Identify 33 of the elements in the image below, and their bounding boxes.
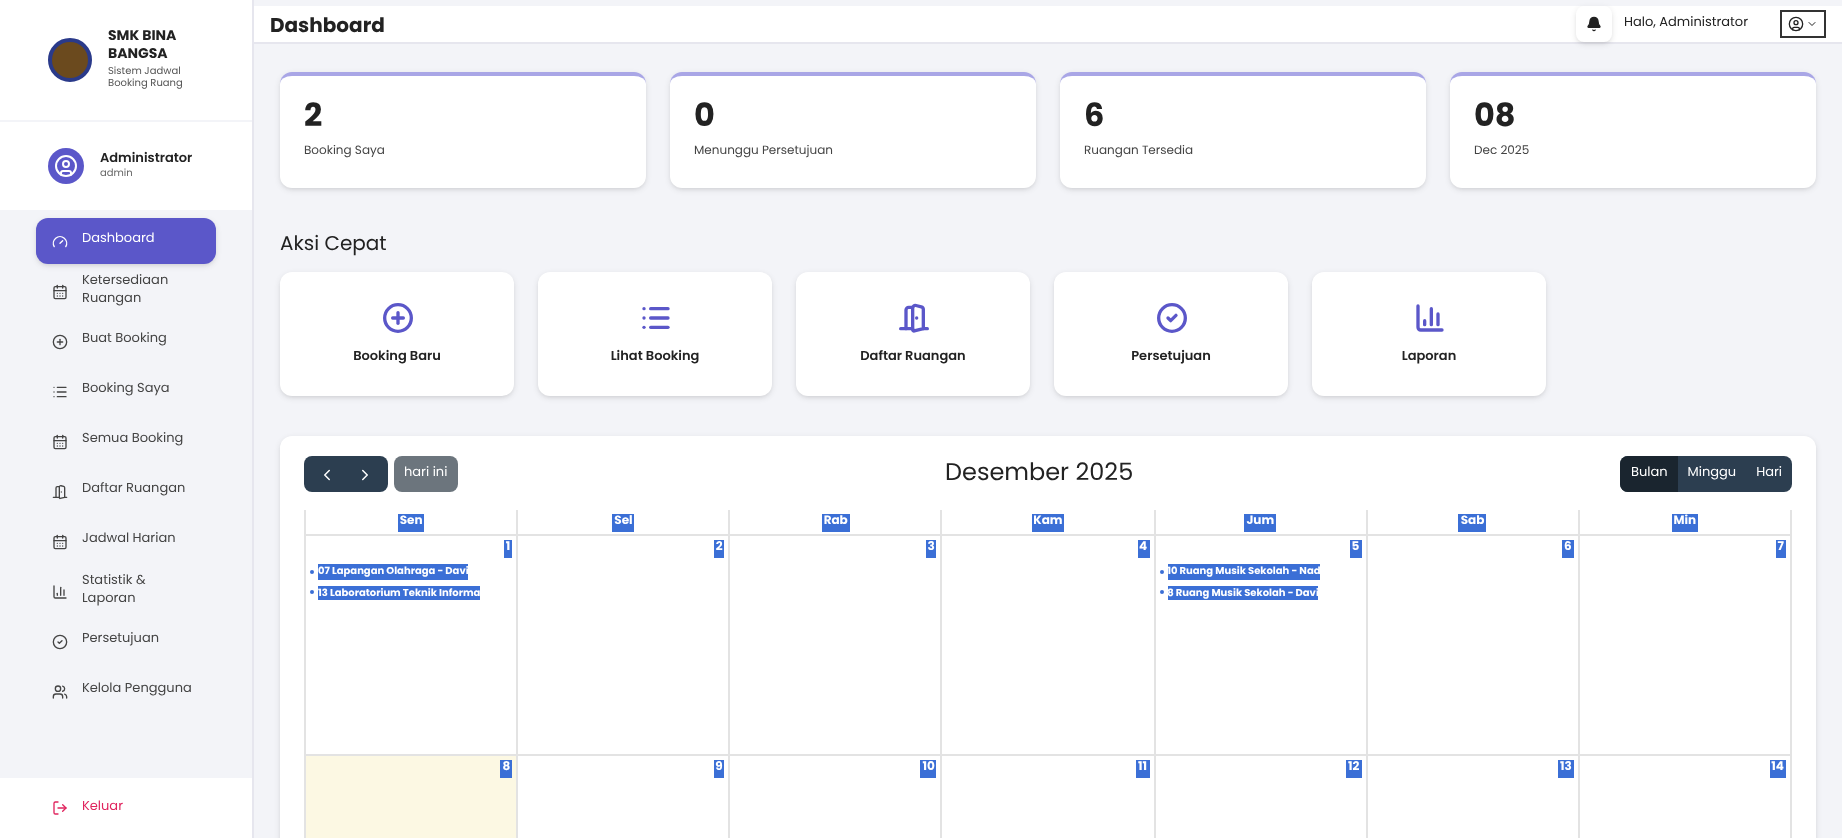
check-circle-icon [1155, 301, 1187, 334]
prev-next-button-group[interactable] [304, 456, 388, 492]
plus-circle-icon [52, 333, 68, 349]
bell-icon [1585, 16, 1602, 32]
calendar-icon [52, 283, 68, 299]
page-title: Dashboard [270, 9, 385, 39]
list-icon [52, 383, 68, 399]
bar-chart-icon [1413, 301, 1445, 334]
caret-icon [1806, 18, 1818, 30]
calendar-icon [52, 533, 68, 549]
school-logo-icon [48, 38, 92, 82]
check-circle-icon [52, 633, 68, 649]
door-icon [52, 483, 68, 499]
stat-value: 2 [304, 100, 325, 132]
previous-icon [318, 465, 336, 483]
user-icon [54, 154, 78, 178]
stat-value: 6 [1084, 100, 1107, 132]
user-icon [1788, 16, 1804, 32]
calendar-title: Desember 2025 [945, 456, 1134, 492]
bar-chart-icon [52, 583, 68, 599]
door-icon [897, 301, 929, 334]
stat-value: 08 [1474, 100, 1518, 132]
list-icon [639, 301, 671, 334]
user-menu-button[interactable] [1780, 10, 1826, 38]
gauge-icon [52, 233, 68, 249]
section-title: Aksi Cepat [278, 228, 389, 258]
plus-circle-icon [381, 301, 413, 334]
logout-icon [52, 800, 68, 816]
stat-value: 0 [694, 100, 717, 132]
calendar-icon [52, 433, 68, 449]
next-icon [356, 465, 374, 483]
users-icon [52, 683, 68, 699]
notification-button[interactable] [1575, 6, 1612, 42]
